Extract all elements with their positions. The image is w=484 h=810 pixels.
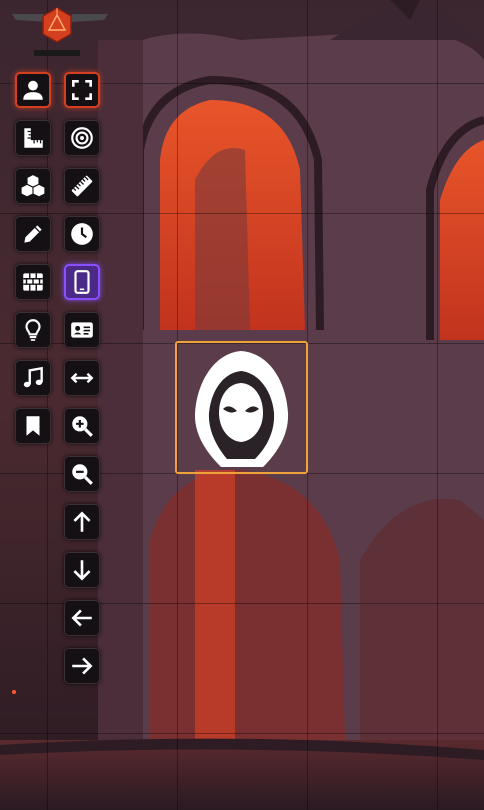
sounds-music-icon — [23, 366, 43, 388]
pan-down-arrow-icon — [73, 560, 91, 581]
hooded-figure-icon — [194, 351, 289, 467]
walls-button[interactable] — [15, 264, 51, 300]
id-card-button[interactable] — [64, 312, 100, 348]
select-expand-icon — [72, 80, 92, 100]
drawing-pencil-icon — [24, 225, 42, 243]
mobile-device-button[interactable] — [64, 264, 100, 300]
ruler-tool-button[interactable] — [64, 168, 100, 204]
pan-left-button[interactable] — [64, 600, 100, 636]
id-card-icon — [71, 322, 93, 338]
token-controls-icon — [23, 80, 43, 100]
notes-bookmark-icon — [26, 416, 40, 436]
tiles-cubes-icon — [21, 175, 45, 197]
target-tool-button[interactable] — [64, 120, 100, 156]
tiles-button[interactable] — [15, 168, 51, 204]
zoom-out-button[interactable] — [64, 456, 100, 492]
mobile-device-icon — [74, 270, 90, 294]
pan-down-button[interactable] — [64, 552, 100, 588]
pan-up-arrow-icon — [73, 511, 91, 532]
d20-dice-logo-icon — [12, 7, 108, 56]
pan-right-button[interactable] — [64, 648, 100, 684]
notes-button[interactable] — [15, 408, 51, 444]
pan-up-button[interactable] — [64, 504, 100, 540]
target-icon — [71, 127, 93, 149]
zoom-in-icon — [72, 416, 93, 437]
zoom-out-icon — [72, 464, 93, 485]
ruler-icon — [71, 175, 93, 197]
clock-tool-button[interactable] — [64, 216, 100, 252]
zoom-in-button[interactable] — [64, 408, 100, 444]
select-tool-button[interactable] — [64, 72, 100, 108]
clock-icon — [71, 223, 93, 245]
sounds-button[interactable] — [15, 360, 51, 396]
lighting-bulb-icon — [25, 319, 41, 341]
pan-right-arrow-icon — [72, 657, 93, 675]
measure-ruler-icon — [24, 128, 43, 148]
token-controls-button[interactable] — [15, 72, 51, 108]
measure-ruler-button[interactable] — [15, 120, 51, 156]
selected-token[interactable] — [175, 341, 308, 474]
resize-button[interactable] — [64, 360, 100, 396]
walls-bricks-icon — [23, 273, 43, 291]
pan-left-arrow-icon — [71, 609, 92, 627]
drawing-button[interactable] — [15, 216, 51, 252]
resize-horizontal-arrows-icon — [70, 372, 94, 384]
lighting-button[interactable] — [15, 312, 51, 348]
